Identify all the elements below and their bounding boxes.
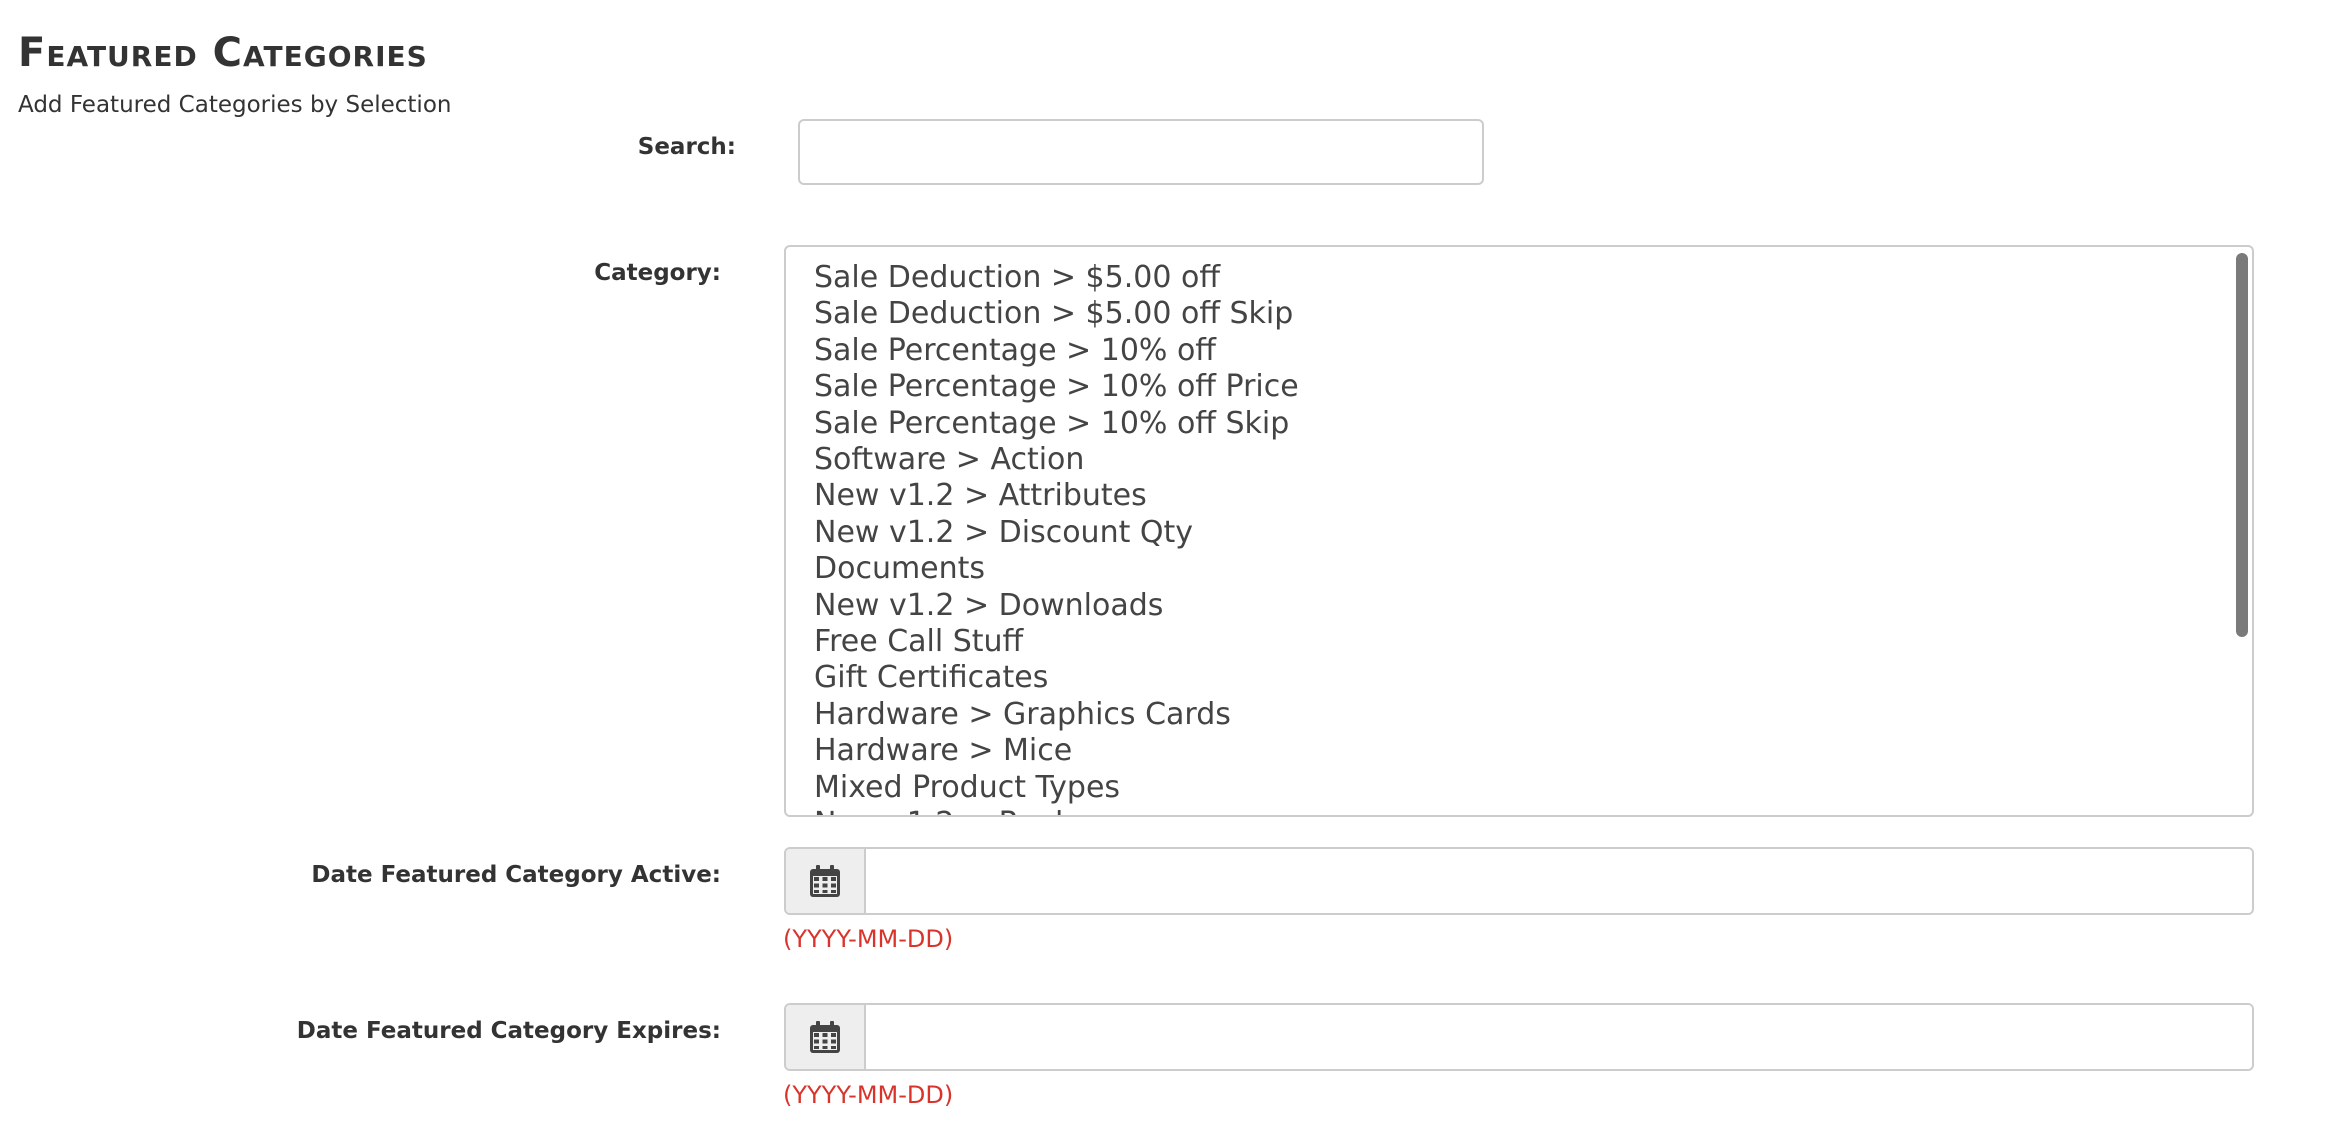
- category-option[interactable]: Hardware > Graphics Cards: [814, 697, 2222, 733]
- category-option[interactable]: Free Call Stuff: [814, 624, 2222, 660]
- date-active-input[interactable]: [868, 849, 2252, 913]
- category-option[interactable]: Documents: [814, 551, 2222, 587]
- category-option[interactable]: Sale Deduction > $5.00 off: [814, 260, 2222, 296]
- category-option[interactable]: Sale Percentage > 10% off Price: [814, 369, 2222, 405]
- date-expires-format-hint: (YYYY-MM-DD): [783, 1081, 954, 1109]
- page-title: Featured Categories: [18, 30, 428, 76]
- date-active-format-hint: (YYYY-MM-DD): [783, 925, 954, 953]
- category-option[interactable]: Software > Action: [814, 442, 2222, 478]
- date-expires-input[interactable]: [868, 1005, 2252, 1069]
- category-label: Category:: [594, 260, 721, 286]
- date-expires-label: Date Featured Category Expires:: [296, 1018, 721, 1044]
- search-input[interactable]: [798, 119, 1484, 185]
- date-active-label: Date Featured Category Active:: [311, 862, 721, 888]
- category-options: Sale Deduction > $5.00 off Sale Deductio…: [814, 260, 2222, 815]
- listbox-scrollbar[interactable]: [2236, 253, 2248, 637]
- calendar-icon-glyph: [810, 865, 840, 897]
- category-option[interactable]: Mixed Product Types: [814, 770, 2222, 806]
- category-option[interactable]: New v1.2 > Downloads: [814, 588, 2222, 624]
- category-option[interactable]: New v1.2 > Discount Qty: [814, 515, 2222, 551]
- category-option[interactable]: Sale Deduction > $5.00 off Skip: [814, 296, 2222, 332]
- page-subtitle: Add Featured Categories by Selection: [18, 92, 452, 118]
- calendar-icon-glyph: [810, 1021, 840, 1053]
- category-option[interactable]: Gift Certificates: [814, 660, 2222, 696]
- date-active-input-group: [784, 847, 2254, 915]
- category-option[interactable]: New v1.2 > Attributes: [814, 478, 2222, 514]
- category-option[interactable]: New v1.2 > Real: [814, 806, 2222, 815]
- category-listbox[interactable]: Sale Deduction > $5.00 off Sale Deductio…: [784, 245, 2254, 817]
- calendar-icon[interactable]: [786, 1005, 866, 1069]
- calendar-icon[interactable]: [786, 849, 866, 913]
- date-expires-input-group: [784, 1003, 2254, 1071]
- category-option[interactable]: Hardware > Mice: [814, 733, 2222, 769]
- category-option[interactable]: Sale Percentage > 10% off Skip: [814, 406, 2222, 442]
- category-option[interactable]: Sale Percentage > 10% off: [814, 333, 2222, 369]
- search-label: Search:: [637, 134, 736, 160]
